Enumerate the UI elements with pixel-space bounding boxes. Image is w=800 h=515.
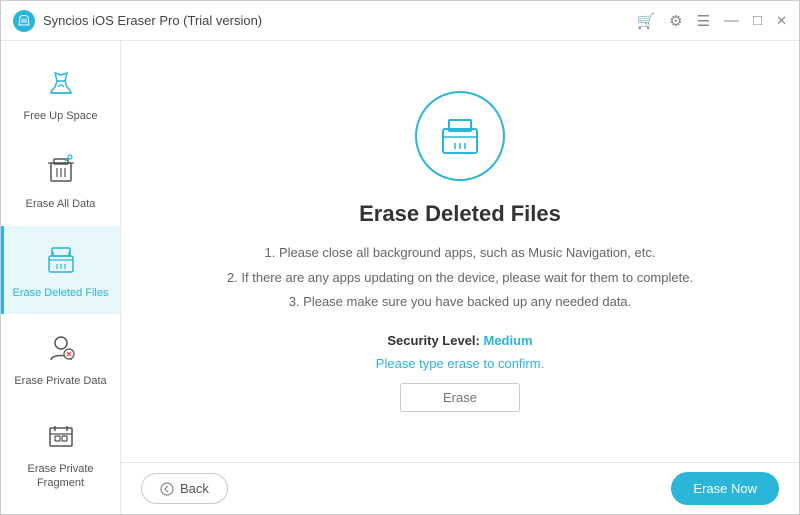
sidebar: Free Up Space Erase All Data xyxy=(1,41,121,514)
sidebar-item-erase-private-fragment-label: Erase Private Fragment xyxy=(9,462,112,491)
erase-deleted-files-icon xyxy=(41,240,81,280)
content-area: Erase Deleted Files 1. Please close all … xyxy=(121,41,799,514)
erase-now-label: Erase Now xyxy=(693,481,757,496)
settings-icon[interactable]: ⚙ xyxy=(669,12,682,30)
confirm-suffix: to confirm. xyxy=(484,356,545,371)
sidebar-item-erase-deleted-files-label: Erase Deleted Files xyxy=(13,286,109,300)
content-main: Erase Deleted Files 1. Please close all … xyxy=(121,41,799,462)
confirm-prefix: Please type xyxy=(376,356,444,371)
cart-icon[interactable]: 🛒 xyxy=(636,12,655,30)
sidebar-item-erase-all-data[interactable]: Erase All Data xyxy=(1,137,120,225)
erase-now-button[interactable]: Erase Now xyxy=(671,472,779,505)
erase-confirm-input[interactable] xyxy=(400,383,520,412)
back-label: Back xyxy=(180,481,209,496)
erase-private-fragment-icon xyxy=(41,416,81,456)
window-controls: 🛒 ⚙ ☰ — □ ✕ xyxy=(636,12,787,30)
confirm-word: erase xyxy=(447,356,480,371)
sidebar-item-free-up-space[interactable]: Free Up Space xyxy=(1,49,120,137)
main-feature-icon xyxy=(415,91,505,181)
close-icon[interactable]: ✕ xyxy=(776,13,787,29)
sidebar-item-erase-private-data[interactable]: Erase Private Data xyxy=(1,314,120,402)
sidebar-item-erase-deleted-files[interactable]: Erase Deleted Files xyxy=(1,226,120,314)
erase-private-data-icon xyxy=(41,328,81,368)
maximize-icon[interactable]: □ xyxy=(753,12,762,29)
minimize-icon[interactable]: — xyxy=(724,12,739,29)
main-layout: Free Up Space Erase All Data xyxy=(1,41,799,514)
sidebar-item-erase-all-data-label: Erase All Data xyxy=(26,197,96,211)
security-value[interactable]: Medium xyxy=(484,333,533,348)
sidebar-item-free-up-space-label: Free Up Space xyxy=(24,109,98,123)
back-button[interactable]: Back xyxy=(141,473,228,504)
security-label: Security Level: xyxy=(387,333,480,348)
instruction-1: 1. Please close all background apps, suc… xyxy=(227,241,693,266)
footer: Back Erase Now xyxy=(121,462,799,514)
sidebar-item-erase-private-fragment[interactable]: Erase Private Fragment xyxy=(1,402,120,505)
sidebar-item-erase-private-data-label: Erase Private Data xyxy=(14,374,106,388)
instruction-3: 3. Please make sure you have backed up a… xyxy=(227,290,693,315)
menu-icon[interactable]: ☰ xyxy=(697,12,710,30)
back-arrow-icon xyxy=(160,482,174,496)
confirm-text: Please type erase to confirm. xyxy=(376,356,544,371)
content-instructions: 1. Please close all background apps, suc… xyxy=(227,241,693,315)
instruction-2: 2. If there are any apps updating on the… xyxy=(227,266,693,291)
app-logo xyxy=(13,10,35,32)
app-title: Syncios iOS Eraser Pro (Trial version) xyxy=(43,13,636,28)
erase-all-data-icon xyxy=(41,151,81,191)
free-up-space-icon xyxy=(41,63,81,103)
content-title: Erase Deleted Files xyxy=(359,201,561,227)
security-level: Security Level: Medium xyxy=(387,333,532,348)
titlebar: Syncios iOS Eraser Pro (Trial version) 🛒… xyxy=(1,1,799,41)
